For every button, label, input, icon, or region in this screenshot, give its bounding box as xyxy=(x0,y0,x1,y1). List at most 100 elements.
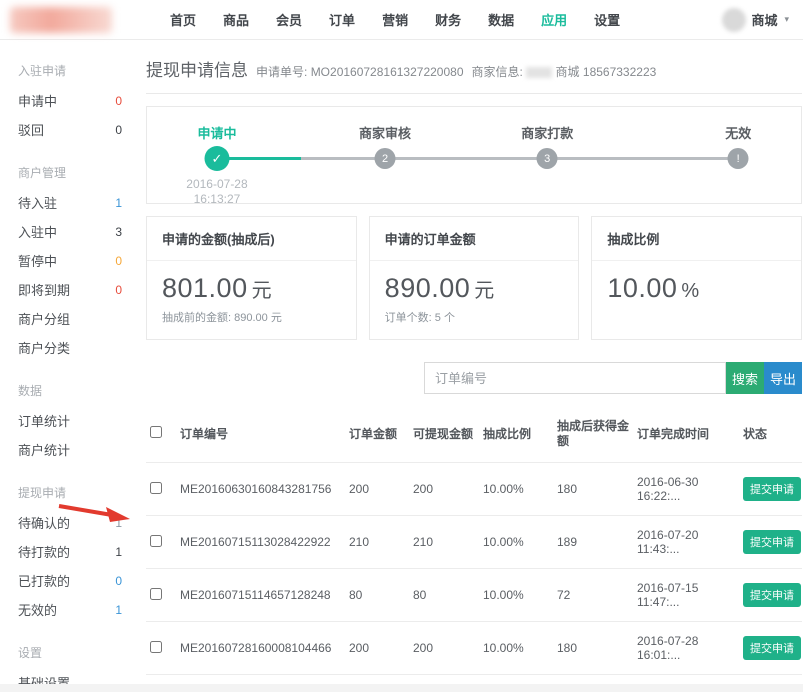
user-name: 商城 xyxy=(751,10,777,29)
sidebar-item-expiring[interactable]: 即将到期 0 xyxy=(18,275,138,304)
card-order-amount: 申请的订单金额 890.00元 订单个数: 5 个 xyxy=(369,216,580,340)
sidebar-item-merchant-groups[interactable]: 商户分组 xyxy=(18,304,138,333)
sidebar-item-applying[interactable]: 申请中 0 xyxy=(18,86,138,115)
sidebar-item-paused[interactable]: 暂停中 0 xyxy=(18,246,138,275)
cell-time: 2016-07-15 11:47:... xyxy=(633,569,739,622)
stepper-track-progress xyxy=(217,157,301,160)
cell-withdrawable: 200 xyxy=(409,463,479,516)
cell-withdrawable: 80 xyxy=(409,569,479,622)
sidebar-item-count: 0 xyxy=(115,254,122,268)
step-date: 2016-07-28 xyxy=(186,177,247,192)
nav-item-data[interactable]: 数据 xyxy=(488,10,514,29)
cell-after: 72 xyxy=(553,569,633,622)
sidebar-item-pending-entry[interactable]: 待入驻 1 xyxy=(18,188,138,217)
cell-rate: 10.00% xyxy=(479,516,553,569)
sidebar-section-withdrawals: 提现申请 xyxy=(18,484,138,501)
row-checkbox[interactable] xyxy=(150,482,162,494)
nav-item-members[interactable]: 会员 xyxy=(276,10,302,29)
sidebar-item-merchant-stats[interactable]: 商户统计 xyxy=(18,435,138,464)
nav-item-home[interactable]: 首页 xyxy=(170,10,196,29)
submit-application-badge[interactable]: 提交申请 xyxy=(743,530,801,554)
cell-amount: 210 xyxy=(345,516,409,569)
sidebar-item-rejected[interactable]: 驳回 0 xyxy=(18,115,138,144)
sidebar-item-label: 入驻中 xyxy=(18,222,57,241)
sidebar-item-count: 1 xyxy=(115,545,122,559)
sidebar-section-merchant-mgmt: 商户管理 xyxy=(18,164,138,181)
row-checkbox[interactable] xyxy=(150,588,162,600)
cell-time: 2016-07-20 11:43:... xyxy=(633,516,739,569)
card-value: 801.00 xyxy=(162,273,248,303)
sidebar-item-label: 暂停中 xyxy=(18,251,57,270)
nav-item-marketing[interactable]: 营销 xyxy=(382,10,408,29)
sidebar-section-data: 数据 xyxy=(18,382,138,399)
sidebar-item-label: 待打款的 xyxy=(18,542,70,561)
card-value: 890.00 xyxy=(385,273,471,303)
sidebar-item-entered[interactable]: 入驻中 3 xyxy=(18,217,138,246)
order-number-input[interactable] xyxy=(424,362,726,394)
nav-item-apps[interactable]: 应用 xyxy=(541,10,567,29)
chevron-down-icon: ▾ xyxy=(784,14,789,25)
sidebar-item-count: 0 xyxy=(115,94,122,108)
table-row: ME20160728160008104466 200 200 10.00% 18… xyxy=(146,622,802,675)
sidebar-item-label: 待确认的 xyxy=(18,513,70,532)
nav-item-products[interactable]: 商品 xyxy=(223,10,249,29)
orders-table: 订单编号 订单金额 可提现金额 抽成比例 抽成后获得金额 订单完成时间 状态 M… xyxy=(146,404,802,692)
row-checkbox[interactable] xyxy=(150,641,162,653)
merchant-info-label: 商家信息: xyxy=(472,65,523,79)
sidebar-item-merchant-categories[interactable]: 商户分类 xyxy=(18,333,138,362)
sidebar-item-label: 商户统计 xyxy=(18,440,70,459)
search-button[interactable]: 搜索 xyxy=(726,362,764,394)
row-checkbox[interactable] xyxy=(150,535,162,547)
sidebar-item-label: 申请中 xyxy=(18,91,57,110)
sidebar-item-count: 1 xyxy=(115,603,122,617)
cell-amount: 200 xyxy=(345,463,409,516)
header-withdrawable: 可提现金额 xyxy=(409,404,479,463)
header-rate: 抽成比例 xyxy=(479,404,553,463)
sidebar-item-invalid[interactable]: 无效的 1 xyxy=(18,595,138,624)
table-row: ME20160630160843281756 200 200 10.00% 18… xyxy=(146,463,802,516)
cell-rate: 10.00% xyxy=(479,569,553,622)
sidebar-item-label: 已打款的 xyxy=(18,571,70,590)
bottom-strip xyxy=(0,684,803,692)
submit-application-badge[interactable]: 提交申请 xyxy=(743,583,801,607)
cell-withdrawable: 200 xyxy=(409,622,479,675)
sidebar: 入驻申请 申请中 0 驳回 0 商户管理 待入驻 1 入驻中 3 暂停中 0 xyxy=(0,40,138,684)
header-status: 状态 xyxy=(739,404,802,463)
sidebar-item-to-pay[interactable]: 待打款的 1 xyxy=(18,537,138,566)
merchant-info: 商家信息: 商城 18567332223 xyxy=(472,63,657,80)
sidebar-section-entry-apply: 入驻申请 xyxy=(18,62,138,79)
cell-amount: 80 xyxy=(345,569,409,622)
application-number-value: MO20160728161327220080 xyxy=(311,65,464,79)
card-value: 10.00 xyxy=(607,273,677,303)
step-dot-3: 3 xyxy=(537,148,558,169)
sidebar-item-label: 无效的 xyxy=(18,600,57,619)
card-unit: % xyxy=(681,280,699,302)
nav-item-finance[interactable]: 财务 xyxy=(435,10,461,29)
nav-item-settings[interactable]: 设置 xyxy=(594,10,620,29)
card-title: 申请的订单金额 xyxy=(370,217,579,261)
cell-order-no: ME20160630160843281756 xyxy=(176,463,345,516)
application-number-label: 申请单号: xyxy=(256,65,307,79)
submit-application-badge[interactable]: 提交申请 xyxy=(743,636,801,660)
cell-order-no: ME20160715113028422922 xyxy=(176,516,345,569)
cell-order-no: ME20160728160008104466 xyxy=(176,622,345,675)
step-timestamp: 2016-07-28 16:13:27 xyxy=(186,177,247,207)
nav-item-orders[interactable]: 订单 xyxy=(329,10,355,29)
card-subtext: 订单个数: 5 个 xyxy=(385,309,564,325)
merchant-name-redacted xyxy=(526,67,552,78)
select-all-checkbox[interactable] xyxy=(150,426,162,438)
card-subtext xyxy=(607,309,786,322)
sidebar-item-paid[interactable]: 已打款的 0 xyxy=(18,566,138,595)
export-button[interactable]: 导出 xyxy=(764,362,802,394)
sidebar-item-order-stats[interactable]: 订单统计 xyxy=(18,406,138,435)
main-panel: 提现申请信息 申请单号: MO20160728161327220080 商家信息… xyxy=(138,40,803,684)
step-label-applying: 申请中 xyxy=(197,123,236,142)
card-title: 抽成比例 xyxy=(592,217,801,261)
step-label-invalid: 无效 xyxy=(725,123,751,142)
sidebar-item-label: 商户分类 xyxy=(18,338,70,357)
sidebar-item-count: 0 xyxy=(115,574,122,588)
user-menu[interactable]: 商城 ▾ xyxy=(722,8,789,32)
submit-application-badge[interactable]: 提交申请 xyxy=(743,477,801,501)
sidebar-item-to-confirm[interactable]: 待确认的 1 xyxy=(18,508,138,537)
header-order-no: 订单编号 xyxy=(176,404,345,463)
